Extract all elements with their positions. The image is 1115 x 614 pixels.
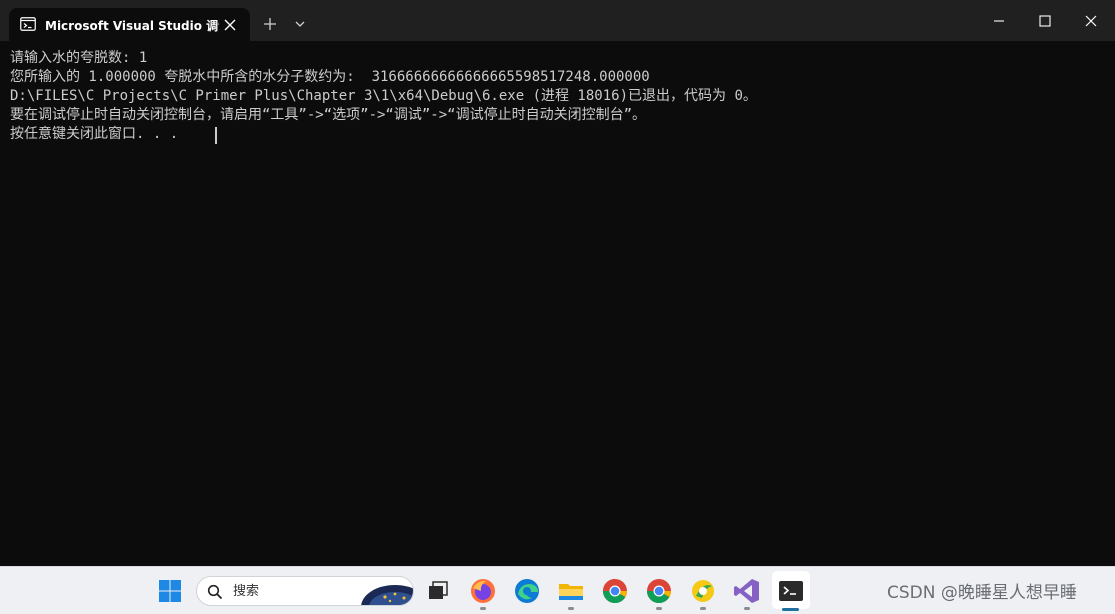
console-line: 要在调试停止时自动关闭控制台，请启用“工具”->“选项”->“调试”->“调试停… xyxy=(10,107,646,123)
terminal-icon[interactable] xyxy=(776,576,806,606)
plus-icon[interactable] xyxy=(260,14,280,34)
minimize-icon[interactable] xyxy=(976,8,1022,34)
search-placeholder: 搜索 xyxy=(233,584,260,599)
taskbar-search-box[interactable]: 搜索 xyxy=(196,576,414,606)
running-indicator xyxy=(656,607,662,610)
console-output[interactable]: 请输入水的夸脱数: 1 您所输入的 1.000000 夸脱水中所含的水分子数约为… xyxy=(0,41,1115,566)
edge-icon[interactable] xyxy=(512,576,542,606)
active-indicator xyxy=(782,608,799,611)
terminal-icon xyxy=(20,17,36,31)
qq-browser-icon[interactable] xyxy=(688,576,718,606)
running-indicator xyxy=(700,607,706,610)
visual-studio-icon[interactable] xyxy=(732,576,762,606)
firefox-icon[interactable] xyxy=(468,576,498,606)
search-highlight-image xyxy=(361,585,413,605)
watermark-text: CSDN @晚睡星人想早睡 xyxy=(887,583,1077,603)
running-indicator xyxy=(480,607,486,610)
taskbar: 搜索 CSDN @晚睡星人想早睡 xyxy=(0,566,1115,614)
tab-title: Microsoft Visual Studio 调试控制台 xyxy=(45,19,219,33)
chrome-icon[interactable] xyxy=(644,576,674,606)
file-explorer-icon[interactable] xyxy=(556,576,586,606)
chrome-icon[interactable] xyxy=(600,576,630,606)
tab-debug-console[interactable]: Microsoft Visual Studio 调试控制台 xyxy=(9,8,250,41)
maximize-icon[interactable] xyxy=(1022,8,1068,34)
search-icon xyxy=(207,584,223,600)
console-line: 按任意键关闭此窗口. . . xyxy=(10,126,179,142)
console-line: 请输入水的夸脱数: 1 xyxy=(10,50,148,66)
close-tab-icon[interactable] xyxy=(220,15,240,35)
running-indicator xyxy=(744,607,750,610)
title-bar: Microsoft Visual Studio 调试控制台 xyxy=(0,0,1115,41)
console-line: D:\FILES\C Projects\C Primer Plus\Chapte… xyxy=(10,88,757,104)
console-line: 您所输入的 1.000000 夸脱水中所含的水分子数约为: 3166666666… xyxy=(10,69,650,85)
windows-start-icon[interactable] xyxy=(158,579,182,603)
text-cursor xyxy=(215,127,217,144)
chevron-down-icon[interactable] xyxy=(291,15,309,33)
running-indicator xyxy=(568,607,574,610)
task-view-icon[interactable] xyxy=(423,576,453,606)
close-icon[interactable] xyxy=(1068,8,1114,34)
